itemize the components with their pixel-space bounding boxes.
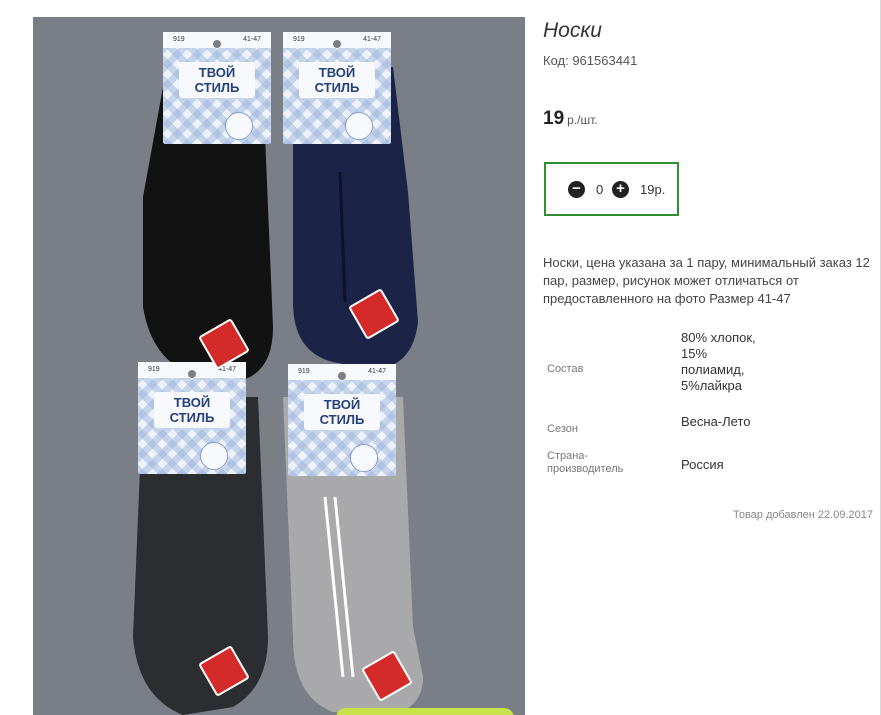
product-price: 19 р./шт. <box>543 108 598 130</box>
card-brand-logo: ТВОЙ СТИЛЬ <box>154 392 230 428</box>
sock-package-card: 919 41-47 ТВОЙ СТИЛЬ <box>138 362 246 474</box>
card-size: 41-47 <box>363 36 381 43</box>
card-size: 41-47 <box>368 368 386 375</box>
price-unit: р./шт. <box>567 113 598 127</box>
card-article-number: 919 <box>293 36 305 43</box>
card-article-number: 919 <box>148 366 160 373</box>
property-label-season: Сезон <box>547 423 578 435</box>
card-brand-logo: ТВОЙ СТИЛЬ <box>179 62 255 98</box>
cotton-icon <box>345 112 373 140</box>
quantity-control: − 0 + 19р. <box>544 162 679 216</box>
price-value: 19 <box>543 108 565 129</box>
sock-package-card: 919 41-47 ТВОЙ СТИЛЬ <box>288 364 396 476</box>
cotton-icon <box>350 444 378 472</box>
card-size: 41-47 <box>243 36 261 43</box>
cotton-icon <box>225 112 253 140</box>
added-date: Товар добавлен 22.09.2017 <box>732 509 873 521</box>
card-article-number: 919 <box>298 368 310 375</box>
quantity-total: 19р. <box>640 182 666 197</box>
product-code: Код: 961563441 <box>543 53 638 68</box>
property-value-country: Россия <box>681 457 724 472</box>
plus-icon[interactable]: + <box>612 181 629 198</box>
property-value-composition: 80% хлопок, 15% полиамид, 5%лайкра <box>681 330 756 393</box>
minus-icon[interactable]: − <box>568 181 585 198</box>
quantity-value[interactable]: 0 <box>596 182 603 197</box>
card-article-number: 919 <box>173 36 185 43</box>
cotton-icon <box>200 442 228 470</box>
product-description: Носки, цена указана за 1 пару, минимальн… <box>543 255 870 306</box>
property-label-country: Страна-производитель <box>547 450 624 475</box>
property-label-composition: Состав <box>547 363 584 375</box>
property-value-season: Весна-Лето <box>681 414 751 429</box>
product-title: Носки <box>543 19 602 42</box>
sock-package-card: 919 41-47 ТВОЙ СТИЛЬ <box>283 32 391 144</box>
card-brand-logo: ТВОЙ СТИЛЬ <box>304 394 380 430</box>
card-brand-logo: ТВОЙ СТИЛЬ <box>299 62 375 98</box>
sock-package-card: 919 41-47 ТВОЙ СТИЛЬ <box>163 32 271 144</box>
product-photo[interactable]: 919 41-47 ТВОЙ СТИЛЬ 919 41-47 ТВОЙ СТИЛ… <box>33 17 525 715</box>
photo-bottom-badge <box>336 708 514 715</box>
